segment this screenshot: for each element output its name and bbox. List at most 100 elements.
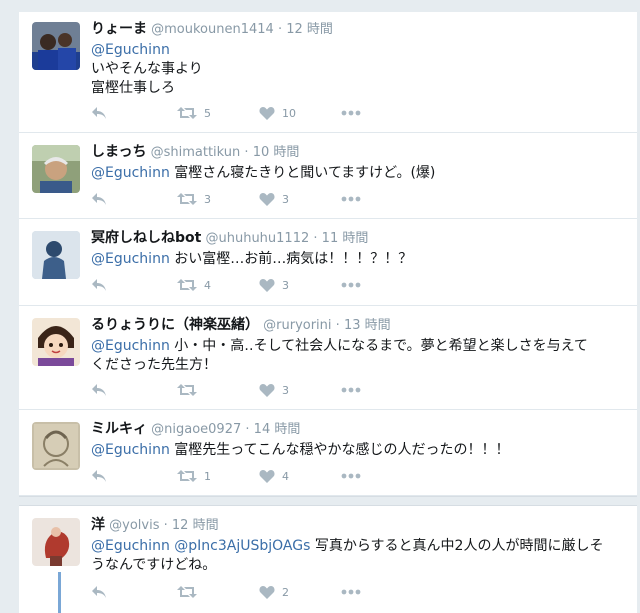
tweet-text: @Eguchinn いやそんな事より 富樫仕事しろ <box>91 41 625 98</box>
more-button[interactable] <box>341 282 371 288</box>
more-icon <box>341 473 361 479</box>
tweet[interactable]: ミルキィ @nigaoe0927 · 14 時間 @Eguchinn 富樫先生っ… <box>19 410 637 496</box>
avatar[interactable] <box>32 422 80 470</box>
tweet[interactable]: しまっち @shimattikun · 10 時間 @Eguchinn 富樫さん… <box>19 133 637 219</box>
retweet-button[interactable]: 3 <box>177 192 259 206</box>
fullname[interactable]: 洋 <box>91 517 105 533</box>
timestamp[interactable]: 12 時間 <box>286 22 333 37</box>
tweet-text-line: 小・中・高‥そして社会人になるまで。夢と希望と楽しさを与えて <box>169 338 588 354</box>
separator-dot: · <box>245 422 250 437</box>
tweet-text: @Eguchinn @pInc3AjUSbjOAGs 写真からすると真ん中2人の… <box>91 537 625 575</box>
username[interactable]: @moukounen1414 <box>151 22 274 37</box>
more-button[interactable] <box>341 196 371 202</box>
timestamp[interactable]: 12 時間 <box>172 518 219 533</box>
like-count: 3 <box>282 383 289 397</box>
reply-button[interactable] <box>91 278 177 292</box>
like-button[interactable]: 3 <box>259 192 341 206</box>
avatar[interactable] <box>32 231 80 279</box>
more-button[interactable] <box>341 473 371 479</box>
username[interactable]: @yolvis <box>109 518 159 533</box>
fullname[interactable]: しまっち <box>91 144 146 160</box>
timestamp[interactable]: 14 時間 <box>254 422 301 437</box>
tweet[interactable]: るりょうりに（神楽巫緒） @ruryorini · 13 時間 @Eguchin… <box>19 306 637 410</box>
reply-icon <box>92 107 106 119</box>
tweet-actions: 2 <box>91 583 371 601</box>
reply-icon <box>92 384 106 396</box>
timestamp[interactable]: 10 時間 <box>253 145 300 160</box>
tweet-text-line: うなんですけどね。 <box>91 557 217 573</box>
retweet-count: 5 <box>204 106 211 120</box>
mention-link[interactable]: @Eguchinn @pInc3AjUSbjOAGs <box>91 538 310 554</box>
fullname[interactable]: ミルキィ <box>91 421 147 437</box>
separator-dot: · <box>277 22 283 37</box>
mention-link[interactable]: @Eguchinn <box>91 442 170 458</box>
like-button[interactable]: 3 <box>259 383 341 397</box>
reply-icon <box>92 470 106 482</box>
avatar[interactable] <box>32 22 80 70</box>
avatar[interactable] <box>32 145 80 193</box>
tweet-actions: 3 3 <box>91 190 371 208</box>
like-count: 10 <box>282 106 296 120</box>
retweet-button[interactable] <box>177 383 259 397</box>
more-icon <box>341 110 361 116</box>
avatar[interactable] <box>32 318 80 366</box>
more-button[interactable] <box>341 387 371 393</box>
mention-link[interactable]: @Eguchinn <box>91 165 170 181</box>
username[interactable]: @ruryorini <box>263 318 331 333</box>
retweet-icon <box>177 586 197 598</box>
like-icon <box>259 384 275 397</box>
retweet-button[interactable] <box>177 585 259 599</box>
retweet-count: 1 <box>204 469 211 483</box>
tweet[interactable]: 冥府しねしねbot @uhuhuhu1112 · 11 時間 @Eguchinn… <box>19 219 637 306</box>
tweet-header: ミルキィ @nigaoe0927 · 14 時間 <box>91 420 625 439</box>
tweet-text-line: 富樫さん寝たきりと聞いてますけど。(爆) <box>169 165 436 181</box>
tweet-header: るりょうりに（神楽巫緒） @ruryorini · 13 時間 <box>91 316 625 335</box>
avatar[interactable] <box>32 518 80 566</box>
tweet-text-line: おい富樫…お前…病気は！！！？！？ <box>169 251 413 267</box>
like-button[interactable]: 4 <box>259 469 341 483</box>
tweet-header: 冥府しねしねbot @uhuhuhu1112 · 11 時間 <box>91 229 625 248</box>
reply-button[interactable] <box>91 383 177 397</box>
mention-link[interactable]: @Eguchinn <box>91 42 170 58</box>
tweet-header: しまっち @shimattikun · 10 時間 <box>91 143 625 162</box>
username[interactable]: @nigaoe0927 <box>151 422 241 437</box>
thread-line <box>58 572 61 613</box>
like-button[interactable]: 2 <box>259 585 341 599</box>
more-button[interactable] <box>341 110 371 116</box>
separator-dot: · <box>313 231 318 246</box>
tweet-text: @Eguchinn 富樫先生ってこんな穏やかな感じの人だったの！！！ <box>91 441 625 460</box>
username[interactable]: @uhuhuhu1112 <box>205 231 309 246</box>
retweet-button[interactable]: 5 <box>177 106 259 120</box>
username[interactable]: @shimattikun <box>151 145 241 160</box>
retweet-icon <box>177 470 197 482</box>
timestamp[interactable]: 11 時間 <box>322 231 369 246</box>
retweet-icon <box>177 193 197 205</box>
like-button[interactable]: 3 <box>259 278 341 292</box>
reply-icon <box>92 279 106 291</box>
like-button[interactable]: 10 <box>259 106 341 120</box>
fullname[interactable]: るりょうりに（神楽巫緒） <box>91 317 259 333</box>
tweet[interactable]: りょーま @moukounen1414 · 12 時間 @Eguchinn いや… <box>19 12 637 133</box>
reply-button[interactable] <box>91 106 177 120</box>
mention-link[interactable]: @Eguchinn <box>91 251 170 267</box>
fullname[interactable]: 冥府しねしねbot <box>91 230 201 246</box>
mention-link[interactable]: @Eguchinn <box>91 338 170 354</box>
retweet-icon <box>177 279 197 291</box>
tweet-text: @Eguchinn おい富樫…お前…病気は！！！？！？ <box>91 250 625 269</box>
tweet[interactable]: 洋 @yolvis · 12 時間 @Eguchinn @pInc3AjUSbj… <box>19 506 637 613</box>
separator-dot: · <box>335 318 340 333</box>
reply-button[interactable] <box>91 192 177 206</box>
more-button[interactable] <box>341 589 371 595</box>
tweet-actions: 4 3 <box>91 276 371 294</box>
separator-dot: · <box>244 145 249 160</box>
tweet-text: @Eguchinn 富樫さん寝たきりと聞いてますけど。(爆) <box>91 164 625 183</box>
tweet-text-line: 写真からすると真ん中2人の人が時間に厳しそ <box>310 538 604 554</box>
reply-button[interactable] <box>91 469 177 483</box>
timestamp[interactable]: 13 時間 <box>344 318 391 333</box>
like-icon <box>259 279 275 292</box>
retweet-button[interactable]: 1 <box>177 469 259 483</box>
like-count: 2 <box>282 585 289 599</box>
fullname[interactable]: りょーま <box>91 21 147 37</box>
retweet-button[interactable]: 4 <box>177 278 259 292</box>
reply-button[interactable] <box>91 585 177 599</box>
